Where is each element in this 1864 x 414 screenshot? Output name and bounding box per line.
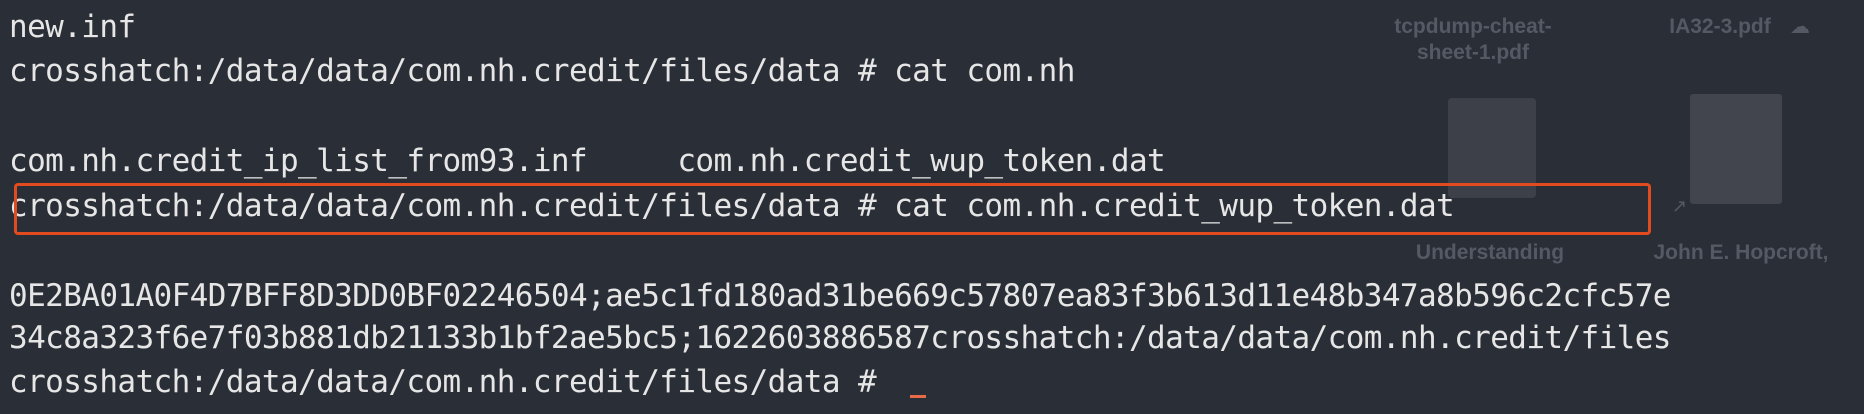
document-preview-icon[interactable] (1690, 94, 1782, 204)
terminal-line-7: 0E2BA01A0F4D7BFF8D3DD0BF02246504;ae5c1fd… (9, 278, 1671, 314)
terminal-line-8: 34c8a323f6e7f03b881db21133b1bf2ae5bc5;16… (9, 320, 1671, 356)
cloud-download-icon: ☁ (1790, 14, 1810, 38)
terminal-line-1: new.inf (9, 9, 136, 45)
desktop-icon-label-line2: sheet-1.pdf (1416, 41, 1529, 65)
desktop-icon-label-line1: John E. Hopcroft, (1653, 241, 1829, 264)
terminal-line-2: crosshatch:/data/data/com.nh.credit/file… (9, 53, 1075, 89)
terminal-line-4: com.nh.credit_ip_list_from93.inf com.nh.… (9, 143, 1166, 179)
terminal-prompt-line[interactable]: crosshatch:/data/data/com.nh.credit/file… (9, 364, 927, 400)
terminal-window[interactable]: tcpdump-cheat- sheet-1.pdf IA32-3.pdf ☁ … (0, 0, 1864, 414)
highlight-box (14, 183, 1651, 235)
terminal-prompt: crosshatch:/data/data/com.nh.credit/file… (9, 364, 895, 400)
alias-arrow-icon: ↗ (1672, 196, 1688, 217)
desktop-icon-label-line1: tcpdump-cheat- (1394, 15, 1552, 38)
desktop-icon-label-ia32[interactable]: IA32-3.pdf (1640, 14, 1800, 40)
desktop-icon-label-understanding-linux[interactable]: Understanding (1370, 240, 1610, 266)
terminal-cursor (910, 395, 927, 398)
desktop-icon-label-hopcroft[interactable]: John E. Hopcroft, (1618, 240, 1864, 266)
desktop-icon-label-tcpdump[interactable]: tcpdump-cheat- sheet-1.pdf (1378, 14, 1568, 67)
desktop-icon-label-line1: IA32-3.pdf (1669, 15, 1771, 38)
desktop-icon-label-line1: Understanding (1415, 241, 1565, 264)
